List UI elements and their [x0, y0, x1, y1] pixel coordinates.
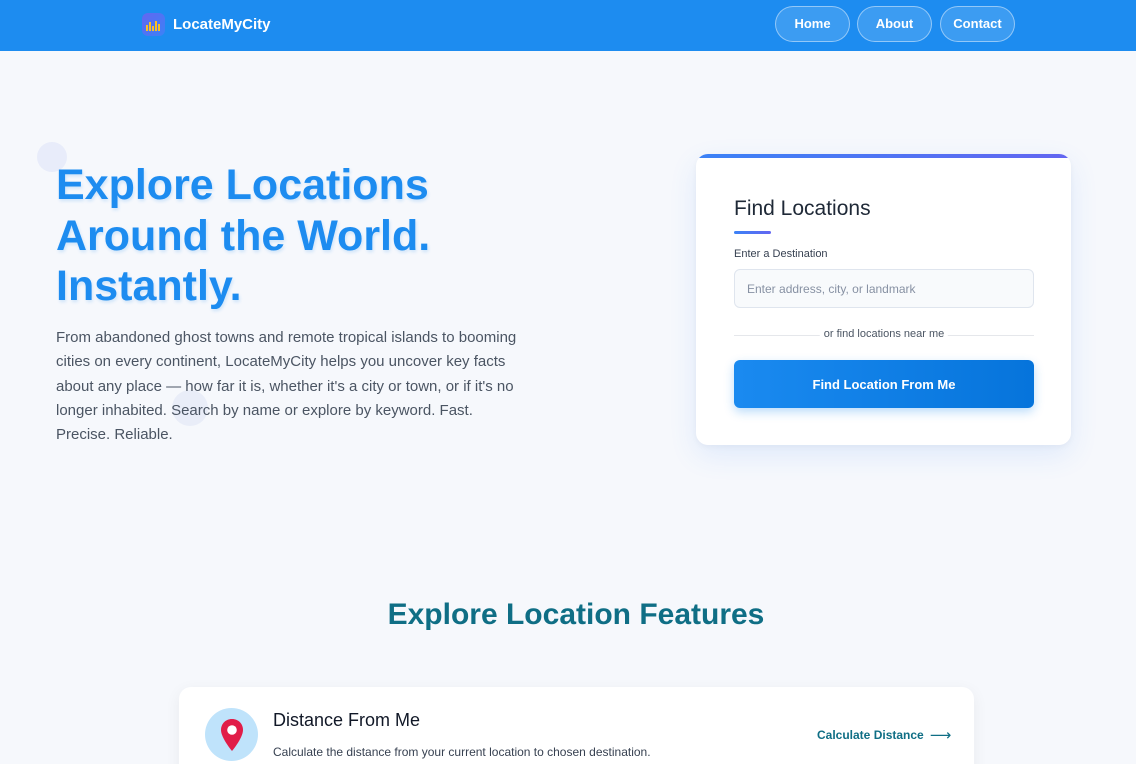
- hero-description: From abandoned ghost towns and remote tr…: [56, 329, 517, 444]
- calculate-distance-link[interactable]: Calculate Distance ⟶: [817, 726, 951, 744]
- brand[interactable]: LocateMyCity: [142, 12, 271, 36]
- destination-input[interactable]: [734, 269, 1034, 308]
- feature-description: Calculate the distance from your current…: [273, 745, 651, 759]
- features-section-title: Explore Location Features: [387, 598, 765, 631]
- top-navbar: LocateMyCity Home About Contact: [0, 0, 1136, 51]
- title-underline: [734, 231, 771, 234]
- nav-about-button[interactable]: About: [857, 6, 932, 42]
- hero-title-line: Explore Locations: [56, 161, 429, 209]
- nav-home-button[interactable]: Home: [775, 6, 850, 42]
- hero-title-line: Around the World.: [56, 211, 431, 260]
- hero-title-line: Instantly.: [56, 262, 242, 310]
- card-title: Find Locations: [734, 197, 871, 220]
- feature-title: Distance From Me: [273, 710, 421, 730]
- or-divider: or find locations near me: [734, 328, 1034, 342]
- destination-label: Enter a Destination: [734, 248, 828, 260]
- hero-title: Explore Locations Around the World. Inst…: [56, 160, 516, 312]
- feature-card-distance: Distance From Me Calculate the distance …: [179, 687, 974, 764]
- divider-text: or find locations near me: [819, 328, 949, 340]
- link-label: Calculate Distance: [817, 728, 924, 742]
- arrow-right-icon: ⟶: [929, 727, 952, 744]
- feature-icon-badge: [205, 708, 258, 761]
- city-skyline-logo-icon: [142, 12, 165, 36]
- nav-contact-button[interactable]: Contact: [940, 6, 1015, 42]
- brand-name: LocateMyCity: [173, 15, 271, 33]
- find-locations-card: Find Locations Enter a Destination or fi…: [696, 154, 1071, 445]
- map-pin-icon: [220, 718, 243, 751]
- find-location-from-me-button[interactable]: Find Location From Me: [734, 360, 1034, 408]
- card-accent-bar: [696, 154, 1071, 158]
